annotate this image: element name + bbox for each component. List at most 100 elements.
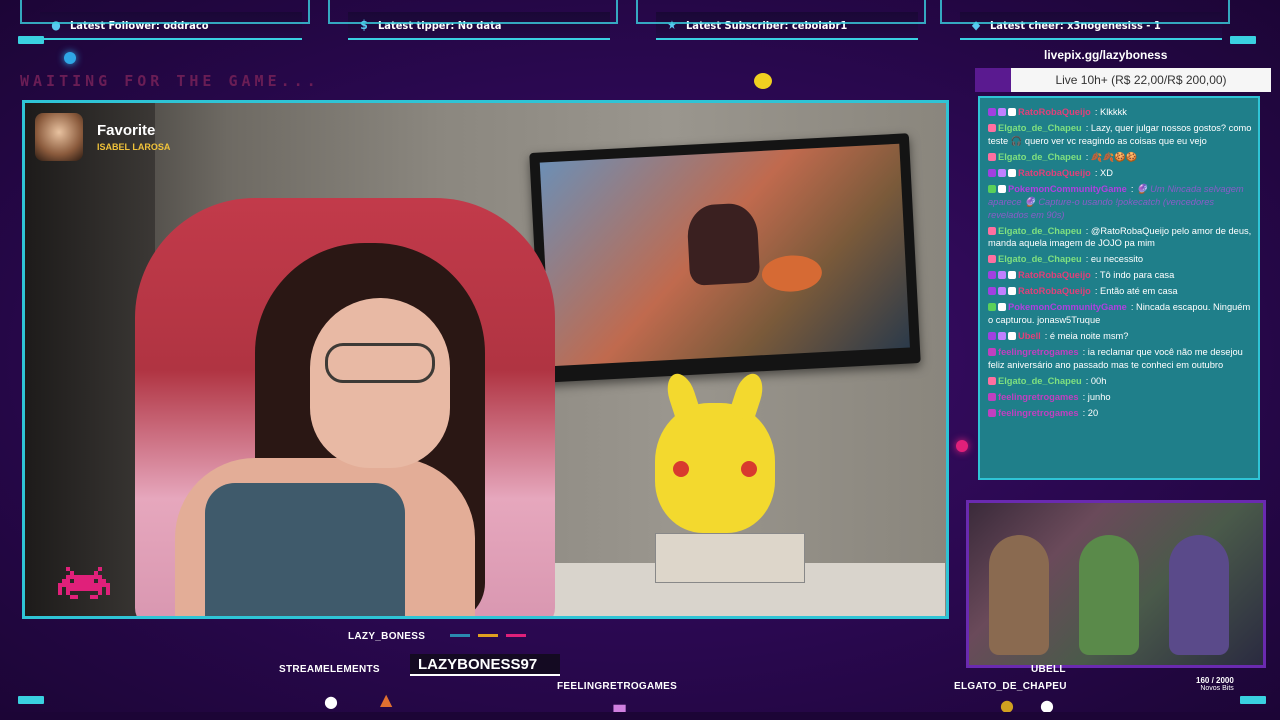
chat-badge-icon	[1008, 168, 1016, 177]
tv-image	[539, 143, 910, 367]
glow-dot	[64, 52, 76, 64]
waiting-text: WAITING FOR THE GAME...	[20, 72, 320, 90]
chat-username[interactable]: Elgato_de_Chapeu	[998, 152, 1082, 162]
space-invader-icon	[58, 567, 110, 599]
chat-username[interactable]: Ubell	[1018, 331, 1041, 341]
person-icon: ●	[51, 18, 61, 32]
chat-message: Elgato_de_Chapeu: 🍂🍂🍪🍪	[988, 151, 1252, 164]
chat-message: PokemonCommunityGame: Nincada escapou. N…	[988, 301, 1252, 327]
alerts-bar: ● Latest Follower: oddraco $ Latest tipp…	[0, 0, 1280, 48]
chat-badge-icon	[988, 393, 996, 402]
chat-username[interactable]: RatoRobaQueijo	[1018, 168, 1091, 178]
streamer-face	[310, 298, 450, 468]
livepix-url: livepix.gg/lazyboness	[1044, 48, 1168, 62]
chat-badge-icon	[988, 271, 996, 280]
now-playing-widget: Favorite ISABEL LAROSA	[35, 113, 170, 161]
bar-yellow	[478, 634, 498, 637]
chat-username[interactable]: RatoRobaQueijo	[1018, 270, 1091, 280]
chat-username[interactable]: Elgato_de_Chapeu	[998, 226, 1082, 236]
chat-username[interactable]: PokemonCommunityGame	[1008, 184, 1127, 194]
chat-message: Elgato_de_Chapeu: 00h	[988, 375, 1252, 388]
chat-username[interactable]: Elgato_de_Chapeu	[998, 123, 1082, 133]
alert-text: Latest tipper: No data	[378, 18, 502, 32]
chat-badge-icon	[998, 303, 1006, 312]
streamer-glasses	[325, 343, 435, 383]
chat-badge-icon	[998, 332, 1006, 341]
tv-girl	[686, 202, 761, 286]
alert-text: Latest cheer: x3nogenesiss - 1	[990, 18, 1161, 32]
chat-badge-icon	[988, 226, 996, 235]
bar-blue	[450, 634, 470, 637]
streamer-tank-top	[205, 483, 405, 616]
streamelements-label: STREAMELEMENTS	[279, 664, 380, 675]
chat-message: RatoRobaQueijo: XD	[988, 167, 1252, 180]
chat-text: 20	[1087, 408, 1099, 419]
chat-badge-icon	[988, 377, 996, 386]
chat-badge-icon	[1008, 332, 1016, 341]
chat-username[interactable]: PokemonCommunityGame	[1008, 302, 1127, 312]
bits-value: 160 / 2000	[1196, 676, 1234, 685]
frame-corner	[1230, 36, 1256, 44]
box-stack	[655, 533, 805, 583]
chat-username[interactable]: feelingretrogames	[998, 408, 1079, 418]
webcam-frame: Favorite ISABEL LAROSA	[22, 100, 949, 619]
color-bars	[450, 634, 526, 637]
chat-badge-icon	[998, 108, 1006, 116]
chat-badge-icon	[998, 271, 1006, 280]
pacman-icon	[754, 73, 772, 89]
chat-message: RatoRobaQueijo: Então até em casa	[988, 285, 1252, 298]
frame-corner	[18, 696, 44, 704]
pikachu-ear	[662, 370, 702, 422]
chat-badge-icon	[988, 108, 996, 116]
donation-goal-bar: Live 10h+ (R$ 22,00/R$ 200,00)	[975, 68, 1271, 92]
chat-badge-icon	[988, 184, 996, 193]
tv-cat	[761, 254, 823, 294]
chat-text: 🍂🍂🍪🍪	[1090, 151, 1138, 162]
alert-text: Latest Subscriber: cebolabr1	[686, 18, 848, 32]
chat-panel: RatoRobaQueijo: Klkkkk Elgato_de_Chapeu: …	[978, 96, 1260, 480]
latest-follower-alert: ● Latest Follower: oddraco	[20, 0, 310, 40]
chat-message: feelingretrogames: 20	[988, 407, 1252, 420]
chat-badge-icon	[988, 168, 996, 177]
game-capture	[966, 500, 1266, 668]
viewer-label: ELGATO_DE_CHAPEU	[954, 681, 1067, 692]
chat-badge-icon	[988, 124, 996, 133]
chat-badge-icon	[998, 184, 1006, 193]
chat-username[interactable]: RatoRobaQueijo	[1018, 286, 1091, 296]
chat-message: RatoRobaQueijo: Klkkkk	[988, 106, 1252, 119]
frame-corner	[18, 36, 44, 44]
album-art	[35, 113, 83, 161]
chat-text: XD	[1100, 167, 1113, 178]
chat-text: junho	[1087, 392, 1111, 403]
chat-text: eu necessito	[1090, 254, 1144, 265]
chat-message: Elgato_de_Chapeu: Lazy, quer julgar noss…	[988, 122, 1252, 148]
glow-dot	[956, 440, 968, 452]
chat-username[interactable]: RatoRobaQueijo	[1018, 107, 1091, 117]
chat-username[interactable]: Elgato_de_Chapeu	[998, 254, 1082, 264]
chat-badge-icon	[998, 287, 1006, 296]
pikachu-cheek	[673, 461, 689, 477]
latest-tipper-alert: $ Latest tipper: No data	[328, 0, 618, 40]
chat-message: Elgato_de_Chapeu: eu necessito	[988, 253, 1252, 266]
chat-text: é meia noite msm?	[1049, 331, 1129, 342]
song-title: Favorite	[97, 122, 156, 139]
chat-username[interactable]: feelingretrogames	[998, 347, 1079, 357]
chat-username[interactable]: feelingretrogames	[998, 392, 1079, 402]
bottom-bar	[0, 712, 1280, 720]
tv-screen	[529, 133, 921, 383]
chat-badge-icon	[988, 287, 996, 296]
chat-message: PokemonCommunityGame: 🔮 Um Nincada selva…	[988, 183, 1252, 221]
chat-badge-icon	[988, 348, 996, 357]
chat-text: Então até em casa	[1100, 286, 1178, 297]
bits-goal: 160 / 2000 Novos Bits	[1196, 676, 1234, 692]
chat-text: Klkkkk	[1100, 107, 1127, 117]
chat-username[interactable]: Elgato_de_Chapeu	[998, 376, 1082, 386]
frame-corner	[1240, 696, 1266, 704]
chat-message: Ubell: é meia noite msm?	[988, 330, 1252, 343]
chat-message: Elgato_de_Chapeu: @RatoRobaQueijo pelo a…	[988, 225, 1252, 251]
viewer-label: UBELL	[1031, 664, 1066, 675]
game-character	[1079, 535, 1139, 655]
viewer-label: FEELINGRETROGAMES	[557, 681, 678, 692]
diamond-icon: ◆	[971, 18, 981, 32]
bits-label: Novos Bits	[1200, 685, 1234, 692]
